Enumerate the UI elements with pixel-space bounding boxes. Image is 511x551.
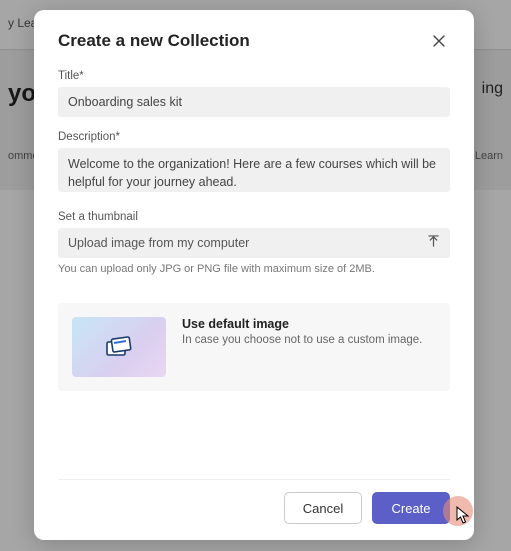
description-label: Description*	[58, 131, 450, 143]
modal-title: Create a new Collection	[58, 31, 250, 51]
description-field-group: Description*	[58, 131, 450, 197]
thumbnail-label: Set a thumbnail	[58, 211, 450, 223]
close-icon	[433, 35, 445, 47]
title-input[interactable]	[58, 87, 450, 117]
close-button[interactable]	[428, 30, 450, 52]
cards-icon	[104, 335, 134, 359]
default-image-text: Use default image In case you choose not…	[182, 317, 422, 346]
modal-footer: Cancel Create	[58, 479, 450, 524]
default-thumbnail-preview	[72, 317, 166, 377]
create-collection-modal: Create a new Collection Title* Descripti…	[34, 10, 474, 540]
upload-arrow-icon	[427, 235, 440, 251]
upload-image-button[interactable]: Upload image from my computer	[58, 228, 450, 258]
title-label: Title*	[58, 70, 450, 82]
thumbnail-field-group: Set a thumbnail Upload image from my com…	[58, 211, 450, 275]
default-image-subtext: In case you choose not to use a custom i…	[182, 334, 422, 346]
description-input[interactable]	[58, 148, 450, 192]
default-image-heading: Use default image	[182, 317, 422, 331]
default-image-card: Use default image In case you choose not…	[58, 303, 450, 391]
upload-text: Upload image from my computer	[68, 236, 249, 250]
cancel-button[interactable]: Cancel	[284, 492, 362, 524]
modal-header: Create a new Collection	[58, 30, 450, 52]
create-button[interactable]: Create	[372, 492, 450, 524]
upload-helper-text: You can upload only JPG or PNG file with…	[58, 263, 450, 275]
title-field-group: Title*	[58, 70, 450, 117]
